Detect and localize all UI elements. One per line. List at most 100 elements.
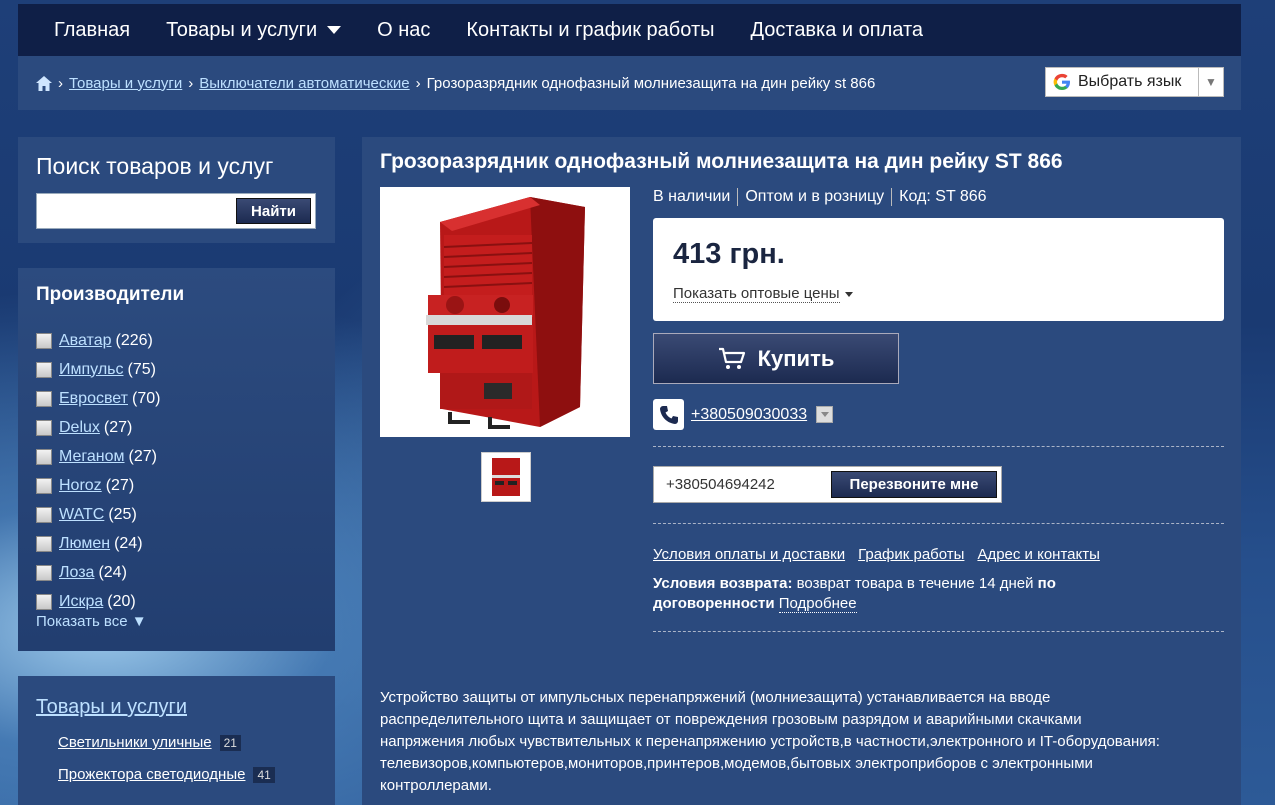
manufacturer-count: (75)	[127, 360, 156, 378]
price-box: 413 грн. Показать оптовые цены	[653, 218, 1224, 321]
manufacturer-count: (24)	[114, 534, 143, 552]
search-title: Поиск товаров и услуг	[36, 153, 274, 179]
nav-item-delivery[interactable]: Доставка и оплата	[750, 19, 923, 42]
nav-item-about[interactable]: О нас	[377, 19, 430, 42]
product-title: Грозоразрядник однофазный молниезащита н…	[380, 150, 1063, 173]
goods-item-count: 41	[253, 766, 275, 783]
top-navigation: Главная Товары и услуги О нас Контакты и…	[18, 4, 1241, 56]
product-code: Код: ST 866	[899, 188, 987, 205]
manufacturer-count: (24)	[98, 563, 127, 581]
manufacturer-count: (27)	[105, 476, 135, 494]
product-card: Грозоразрядник однофазный молниезащита н…	[362, 137, 1241, 805]
manufacturer-link[interactable]: Импульс	[59, 361, 123, 379]
address-contacts-link[interactable]: Адрес и контакты	[977, 546, 1099, 563]
phone-dropdown-button[interactable]	[816, 406, 834, 423]
manufacturer-link[interactable]: Меганом	[59, 448, 125, 466]
return-policy-text: возврат товара в течение 14 дней	[792, 575, 1038, 592]
phone-icon	[653, 399, 684, 430]
callback-phone-input[interactable]: +380504694242	[666, 476, 775, 493]
manufacturer-count: (226)	[115, 331, 153, 349]
manufacturer-item: Импульс (75)	[36, 355, 160, 384]
show-all-manufacturers-link[interactable]: Показать все ▼	[36, 613, 147, 630]
nav-item-contacts[interactable]: Контакты и график работы	[466, 19, 714, 42]
manufacturer-link[interactable]: Искра	[59, 593, 103, 611]
product-thumbnail[interactable]	[481, 452, 531, 502]
breadcrumb-link-goods[interactable]: Товары и услуги	[69, 75, 182, 92]
goods-item: Светильники уличные 21	[58, 734, 241, 751]
breadcrumb-link-breakers[interactable]: Выключатели автоматические	[199, 75, 409, 92]
buy-button[interactable]: Купить	[653, 333, 899, 384]
search-input[interactable]: Найти	[36, 193, 316, 229]
sale-type: Оптом и в розницу	[745, 188, 885, 205]
nav-item-goods[interactable]: Товары и услуги	[166, 18, 342, 42]
manufacturer-count: (20)	[107, 592, 136, 610]
manufacturer-checkbox[interactable]	[36, 506, 52, 523]
manufacturer-item: Horoz (27)	[36, 471, 160, 500]
manufacturer-count: (27)	[128, 447, 157, 465]
goods-title-link[interactable]: Товары и услуги	[36, 696, 187, 719]
manufacturer-checkbox[interactable]	[36, 535, 52, 552]
manufacturer-link[interactable]: Horoz	[59, 477, 102, 495]
manufacturer-checkbox[interactable]	[36, 419, 52, 436]
product-photo[interactable]	[380, 187, 630, 437]
goods-item: Прожектора светодиодные 41	[58, 766, 275, 783]
manufacturer-checkbox[interactable]	[36, 477, 52, 494]
nav-item-goods-label: Товары и услуги	[166, 18, 318, 41]
manufacturer-checkbox[interactable]	[36, 390, 52, 407]
manufacturer-link[interactable]: Лоза	[59, 564, 94, 582]
product-meta: В наличии Оптом и в розницу Код: ST 866	[653, 188, 987, 206]
manufacturer-link[interactable]: Аватар	[59, 332, 111, 350]
goods-item-link[interactable]: Светильники уличные	[58, 734, 212, 751]
language-selector[interactable]: Выбрать язык ▼	[1045, 67, 1224, 97]
manufacturer-count: (27)	[103, 418, 133, 436]
breadcrumb-separator: ›	[188, 74, 194, 92]
callback-form: +380504694242 Перезвоните мне	[653, 466, 1002, 503]
manufacturer-item: Евросвет (70)	[36, 384, 160, 413]
manufacturer-link[interactable]: WATC	[59, 506, 104, 524]
payment-delivery-link[interactable]: Условия оплаты и доставки	[653, 546, 845, 563]
manufacturer-item: Аватар (226)	[36, 326, 160, 355]
breadcrumb-current: Грозоразрядник однофазный молниезащита н…	[426, 74, 876, 92]
nav-item-home[interactable]: Главная	[54, 19, 130, 42]
search-button[interactable]: Найти	[236, 198, 311, 224]
info-links: Условия оплаты и доставки График работы …	[653, 546, 1113, 563]
manufacturer-link[interactable]: Delux	[59, 419, 100, 437]
callback-button[interactable]: Перезвоните мне	[831, 471, 997, 498]
manufacturer-item: Люмен (24)	[36, 529, 160, 558]
availability-status: В наличии	[653, 188, 731, 205]
return-policy-more-link[interactable]: Подробнее	[778, 595, 857, 613]
home-icon[interactable]	[36, 75, 52, 91]
buy-button-label: Купить	[757, 345, 835, 371]
manufacturer-item: Меганом (27)	[36, 442, 160, 471]
work-schedule-link[interactable]: График работы	[858, 546, 964, 563]
manufacturer-checkbox[interactable]	[36, 332, 52, 349]
manufacturer-item: WATC (25)	[36, 500, 160, 529]
phone-block: +380509030033	[653, 399, 834, 430]
cart-icon	[718, 347, 745, 369]
meta-divider	[737, 188, 739, 206]
goods-item-link[interactable]: Прожектора светодиодные	[58, 766, 245, 783]
manufacturer-count: (70)	[131, 389, 161, 407]
chevron-down-icon: ▼	[1198, 68, 1223, 96]
breadcrumb: › Товары и услуги › Выключатели автомати…	[18, 56, 1241, 110]
manufacturer-count: (25)	[108, 505, 137, 523]
chevron-down-icon	[820, 412, 829, 417]
divider	[653, 446, 1224, 447]
surge-protector-thumbnail-image	[492, 458, 520, 496]
meta-divider	[891, 188, 893, 206]
manufacturer-list: Аватар (226) Импульс (75) Евросвет (70) Del…	[36, 326, 160, 616]
return-policy-label: Условия возврата:	[653, 575, 793, 592]
goods-panel: Товары и услуги Светильники уличные 21 П…	[18, 676, 335, 805]
manufacturer-link[interactable]: Евросвет	[59, 390, 128, 408]
phone-number-link[interactable]: +380509030033	[691, 406, 807, 424]
goods-item-count: 21	[219, 734, 241, 751]
divider	[653, 523, 1224, 524]
manufacturer-checkbox[interactable]	[36, 564, 52, 581]
manufacturer-item: Лоза (24)	[36, 558, 160, 587]
return-policy: Условия возврата: возврат товара в течен…	[653, 574, 1123, 614]
wholesale-prices-toggle[interactable]: Показать оптовые цены	[673, 285, 853, 303]
manufacturer-link[interactable]: Люмен	[59, 535, 110, 553]
manufacturer-checkbox[interactable]	[36, 448, 52, 465]
manufacturer-checkbox[interactable]	[36, 361, 52, 378]
manufacturer-checkbox[interactable]	[36, 593, 52, 610]
